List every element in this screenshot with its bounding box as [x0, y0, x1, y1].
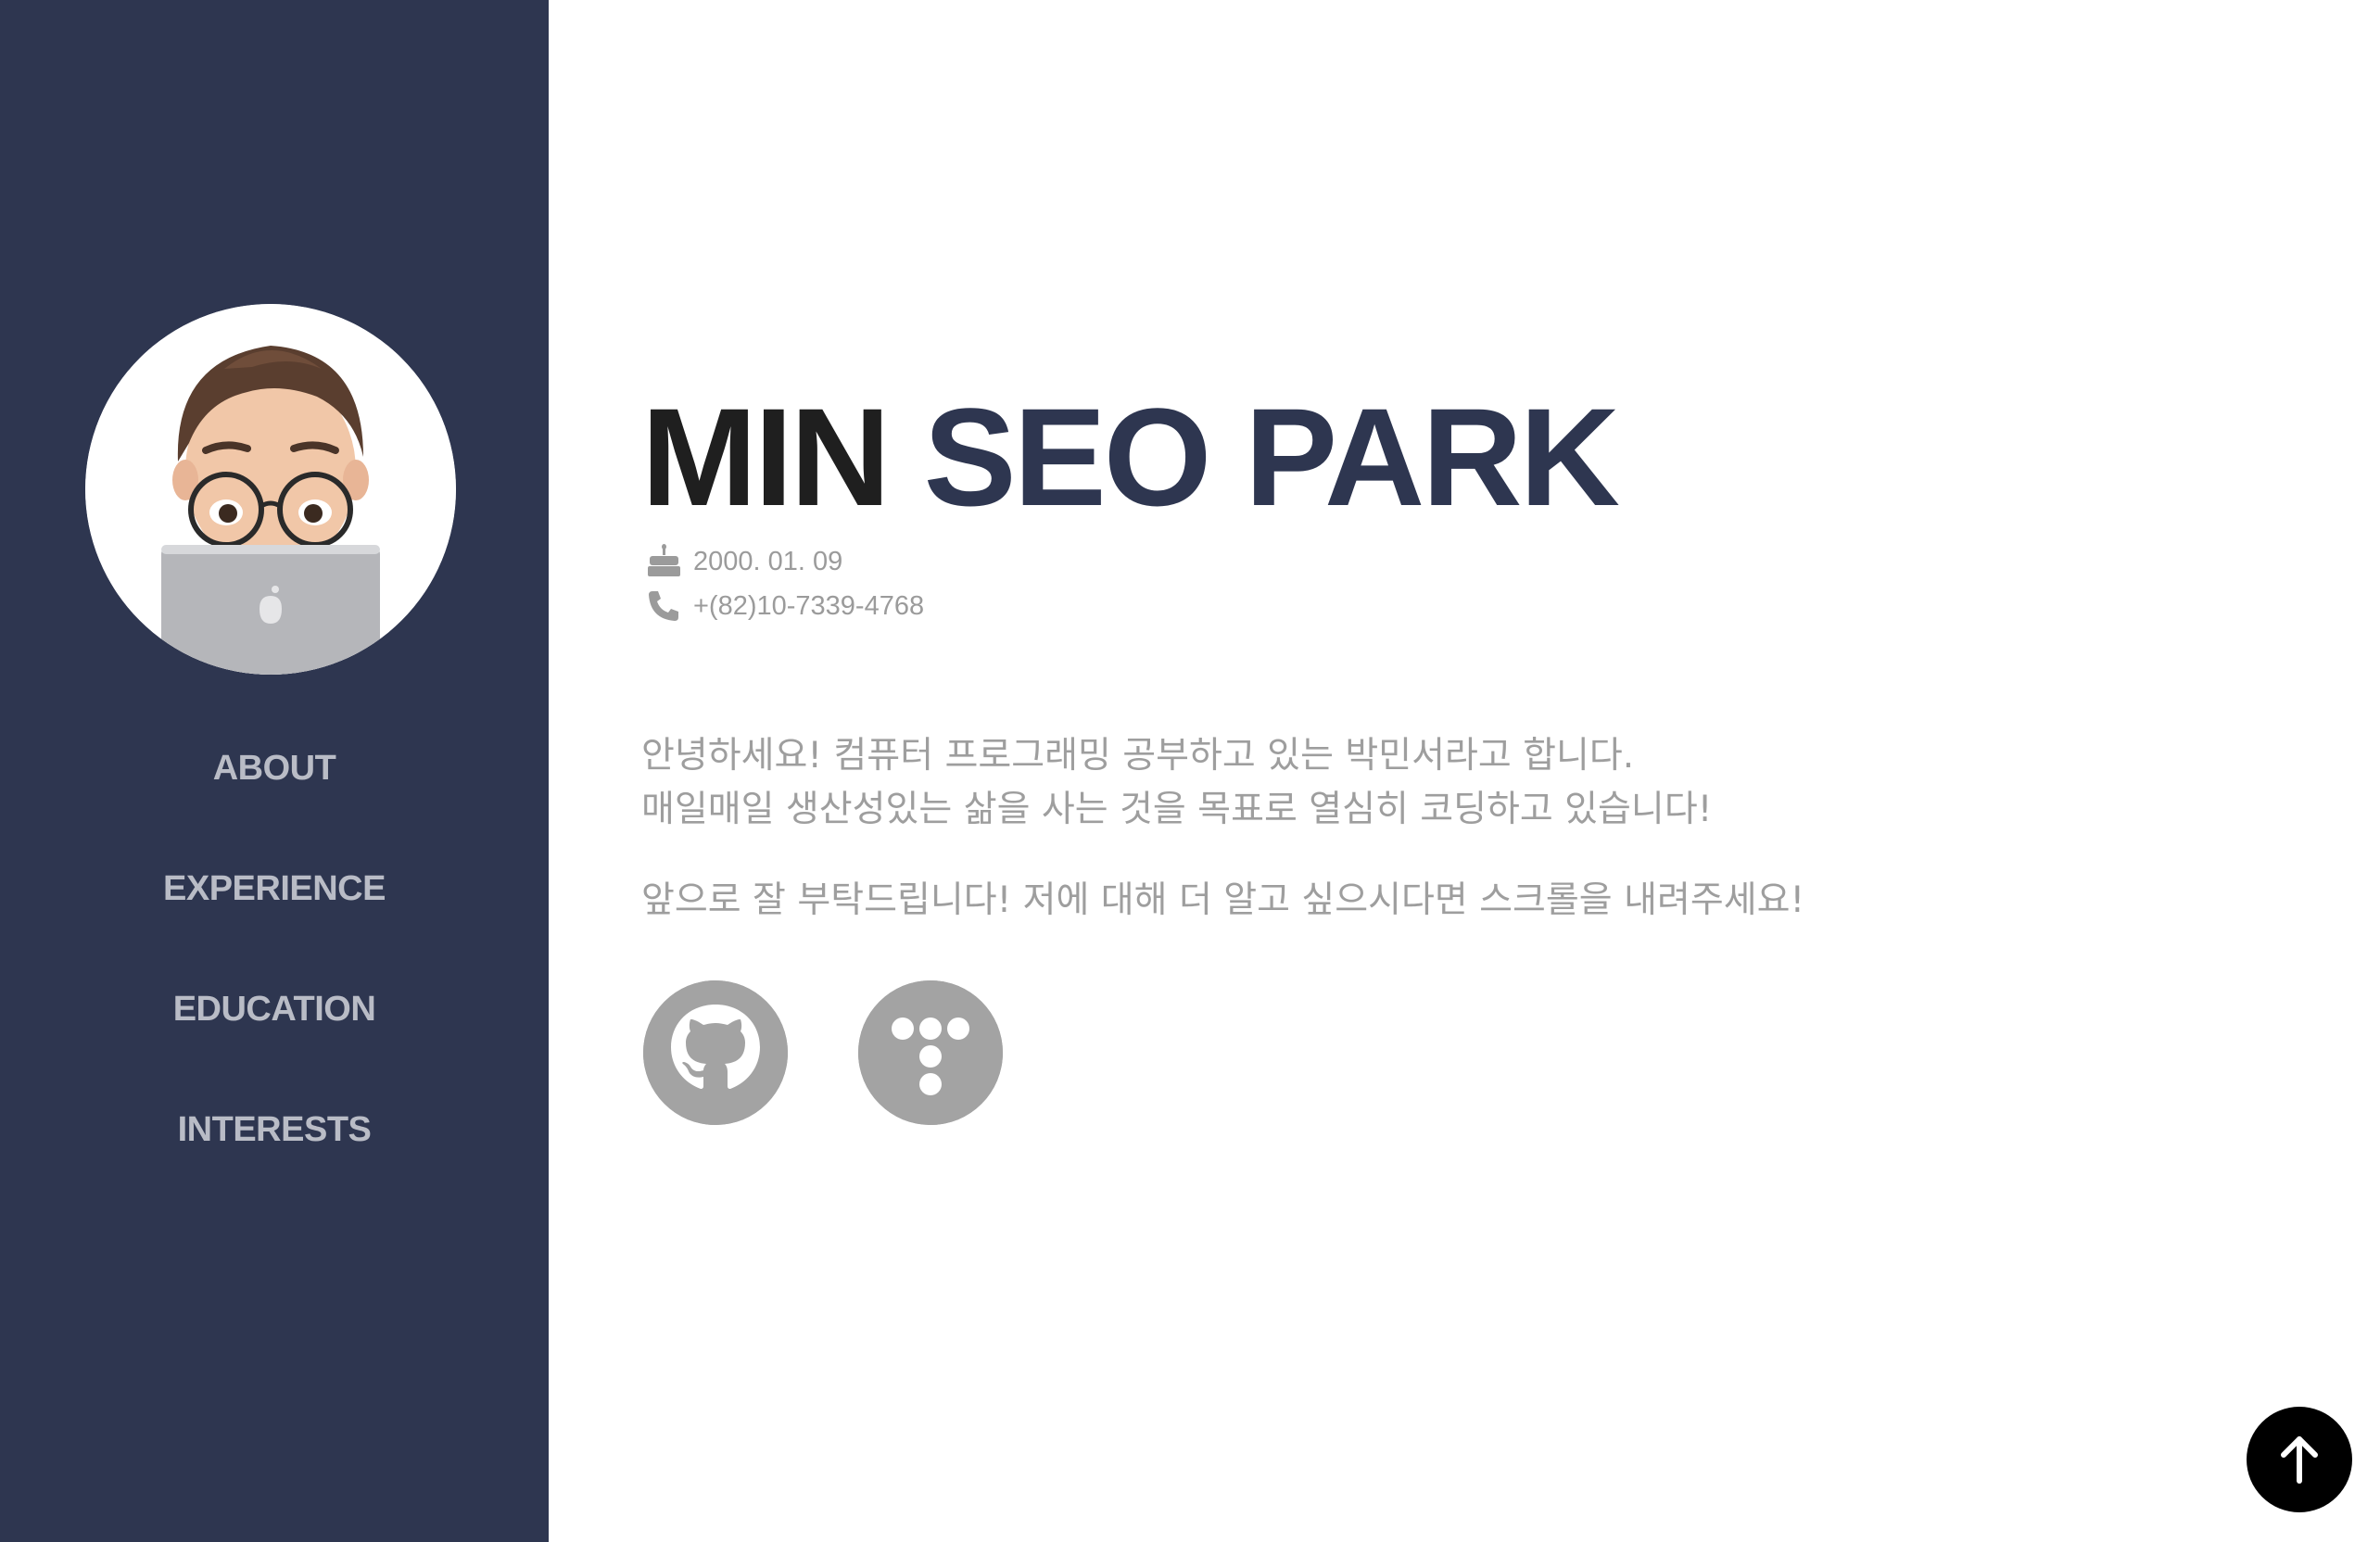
- intro-line-1: 안녕하세요! 컴퓨터 프로그래밍 공부하고 있는 박민서라고 합니다.: [641, 735, 1635, 777]
- nav-item-interests[interactable]: INTERESTS: [0, 1110, 549, 1150]
- nav-item-education[interactable]: EDUCATION: [0, 990, 549, 1030]
- memoji-avatar-icon: [85, 304, 456, 675]
- last-name: SEO PARK: [923, 379, 1620, 535]
- arrow-up-icon: [2281, 1436, 2318, 1484]
- birthday-row: 2000. 01. 09: [645, 543, 842, 580]
- scroll-to-top-button[interactable]: [2247, 1407, 2352, 1512]
- profile-avatar: [85, 304, 456, 675]
- nav-item-about[interactable]: ABOUT: [0, 749, 549, 789]
- sidebar: ABOUT EXPERIENCE EDUCATION INTERESTS: [0, 0, 549, 1542]
- intro-line-3: 앞으로 잘 부탁드립니다! 저에 대해 더 알고 싶으시다면 스크롤을 내려주세…: [641, 879, 1805, 921]
- tistory-link[interactable]: [858, 980, 1003, 1125]
- phone-row: +(82)10-7339-4768: [645, 588, 924, 625]
- phone-icon: [649, 591, 678, 621]
- tistory-icon: [858, 980, 1003, 1125]
- birthday-text: 2000. 01. 09: [693, 546, 843, 576]
- nav-item-experience[interactable]: EXPERIENCE: [0, 869, 549, 909]
- github-link[interactable]: [643, 980, 788, 1125]
- first-name: MIN: [641, 379, 891, 535]
- birthday-cake-icon: [648, 544, 680, 576]
- page-title: MIN SEO PARK: [641, 387, 1620, 526]
- main-content: MIN SEO PARK 2000. 01. 09 +(82)10-7339-4…: [549, 0, 2380, 1542]
- intro-line-2: 매일매일 생산성있는 삶을 사는 것을 목표로 열심히 코딩하고 있습니다!: [641, 789, 1713, 830]
- phone-text: +(82)10-7339-4768: [693, 590, 925, 621]
- github-icon: [643, 980, 788, 1125]
